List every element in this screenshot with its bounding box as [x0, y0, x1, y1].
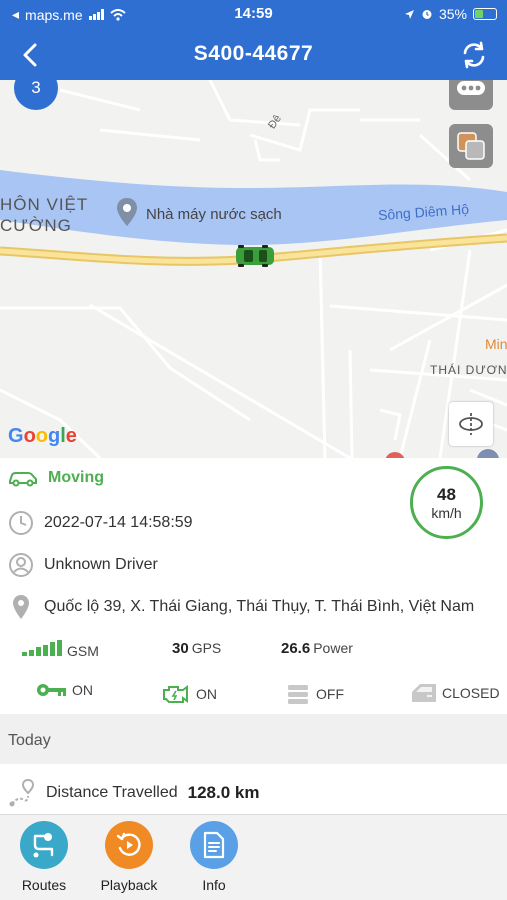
car-door-icon	[412, 684, 436, 702]
nav-playback[interactable]: Playback	[89, 821, 169, 893]
engine-icon	[163, 685, 188, 703]
battery-percent: 35%	[438, 6, 467, 22]
map-more-button[interactable]	[449, 80, 493, 110]
nav-playback-label: Playback	[100, 877, 158, 893]
page-title: S400-44677	[193, 42, 314, 65]
nav-info-label: Info	[202, 877, 226, 893]
map-layers-button[interactable]	[449, 124, 493, 168]
today-section-header: Today	[0, 714, 507, 764]
last-update-time: 2022-07-14 14:58:59	[44, 514, 193, 531]
alarm-clock-icon	[422, 10, 432, 19]
top-bar: ◂ maps.me 14:59 35% S400-44677	[0, 0, 507, 80]
driver-name: Unknown Driver	[44, 556, 158, 573]
door-value: CLOSED	[442, 685, 500, 701]
map-label-hon-viet: HÔN VIỆT	[0, 195, 89, 214]
map-label-min: Min	[485, 336, 507, 352]
speed-gauge: 48 km/h	[410, 466, 483, 539]
nav-routes[interactable]: Routes	[4, 821, 84, 893]
gps-metric: 30 GPS	[172, 640, 221, 657]
map-view[interactable]: 3 Đê HÔN VIỆT CƯỜNG Nhà máy nước sạch Sô…	[0, 80, 507, 458]
ac-value: OFF	[316, 686, 344, 702]
clock-icon	[9, 511, 33, 535]
key-icon	[37, 684, 66, 696]
power-label: Power	[313, 640, 353, 656]
gps-label: GPS	[191, 640, 222, 656]
status-bar: ◂ maps.me 14:59 35%	[0, 0, 507, 30]
nav-header: S400-44677	[0, 30, 507, 80]
power-value: 26.6	[281, 640, 311, 657]
air-conditioner-icon	[288, 685, 308, 704]
gsm-metric: GSM	[22, 640, 99, 659]
address-row: Quốc lộ 39, X. Thái Giang, Thái Thụy, T.…	[8, 593, 474, 621]
location-arrow-icon	[404, 9, 414, 19]
routes-icon	[20, 821, 68, 869]
google-logo: Google	[8, 425, 77, 447]
rotate-3d-icon	[459, 413, 483, 435]
driver-user-icon	[9, 553, 33, 577]
map-rotate-button[interactable]	[449, 402, 493, 446]
engine-state: ON	[160, 682, 217, 706]
distance-row: Distance Travelled 128.0 km	[0, 764, 507, 814]
engine-value: ON	[196, 686, 217, 702]
speed-value: 48	[437, 484, 456, 504]
gps-value: 30	[172, 640, 189, 657]
ignition-state: ON	[36, 682, 93, 698]
gsm-label: GSM	[67, 643, 99, 659]
location-pin-icon	[13, 595, 29, 619]
nav-info[interactable]: Info	[174, 821, 254, 893]
distance-label: Distance Travelled	[46, 784, 178, 801]
map-label-thai-duong: THÁI DƯƠNG	[430, 363, 507, 377]
refresh-icon[interactable]	[459, 40, 489, 70]
distance-value: 128.0 km	[187, 783, 260, 802]
gsm-signal-icon	[22, 640, 62, 656]
status-row: Moving	[8, 468, 104, 488]
place-pin-icon	[117, 198, 137, 226]
map-label-nha-may: Nhà máy nước sạch	[146, 206, 282, 223]
info-document-icon	[190, 821, 238, 869]
ignition-value: ON	[72, 682, 93, 698]
battery-icon	[473, 8, 497, 20]
map-label-cuong: CƯỜNG	[0, 216, 72, 235]
speed-unit: km/h	[431, 504, 462, 521]
vehicle-address: Quốc lộ 39, X. Thái Giang, Thái Thụy, T.…	[44, 598, 475, 615]
car-status-icon	[9, 472, 37, 487]
layers-icon	[457, 132, 485, 160]
distance-row-content: Distance Travelled 128.0 km	[8, 778, 259, 808]
more-dots-icon	[457, 81, 485, 95]
vehicle-info-panel: Moving 48 km/h 2022-07-14 14:58:59 Unkno…	[0, 458, 507, 714]
vehicle-car-marker	[236, 245, 274, 267]
door-state: CLOSED	[410, 682, 500, 704]
nav-routes-label: Routes	[21, 877, 67, 893]
vehicle-status: Moving	[48, 469, 104, 486]
bottom-nav: Routes Playback Info	[0, 814, 507, 900]
route-distance-icon	[9, 778, 35, 807]
playback-icon	[105, 821, 153, 869]
ac-state: OFF	[286, 682, 344, 706]
power-metric: 26.6 Power	[281, 640, 353, 657]
map-base	[0, 80, 507, 458]
driver-row: Unknown Driver	[8, 552, 158, 578]
datetime-row: 2022-07-14 14:58:59	[8, 510, 193, 536]
status-right: 35%	[404, 6, 497, 22]
